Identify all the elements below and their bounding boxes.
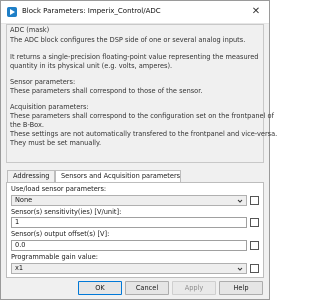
tab-addressing[interactable]: Addressing [7, 170, 55, 182]
mask-description-panel: ADC (mask) The ADC block configures the … [6, 24, 277, 163]
sensitivity-input[interactable]: 1 [11, 217, 247, 228]
gain-select[interactable]: x1 [11, 263, 247, 274]
sensitivity-checkbox[interactable] [250, 218, 259, 227]
dialog-button-row: OK Cancel Apply Help [1, 281, 271, 295]
sensor-parameters-label: Use/load sensor parameters: [11, 185, 107, 193]
sensor-parameters-value: None [15, 196, 33, 204]
gain-checkbox[interactable] [250, 264, 259, 273]
chevron-down-icon [237, 267, 243, 271]
sensor-parameters-checkbox[interactable] [250, 196, 259, 205]
offset-label: Sensor(s) output offset(s) [V]: [11, 230, 110, 238]
tab-sensors-and-acquisition[interactable]: Sensors and Acquisition parameters [55, 170, 181, 182]
gain-label: Programmable gain value: [11, 253, 99, 261]
description-line: Sensor parameters: [10, 78, 76, 86]
description-line: quantity in its physical unit (e.g. volt… [10, 62, 173, 70]
mask-title: ADC (mask) [10, 26, 50, 34]
block-parameters-dialog: Block Parameters: Imperix_Control/ADC ✕ … [0, 0, 277, 300]
sensor-parameters-select[interactable]: None [11, 195, 247, 206]
chevron-down-icon [237, 199, 243, 203]
sensors-acquisition-panel: Use/load sensor parameters: None Sensor(… [6, 182, 264, 278]
offset-checkbox[interactable] [250, 241, 259, 250]
cancel-button[interactable]: Cancel [125, 281, 169, 295]
gain-value: x1 [15, 264, 24, 272]
description-line: These parameters shall correspond to the… [10, 112, 274, 120]
description-line: The ADC block configures the DSP side of… [10, 36, 246, 44]
ok-button[interactable]: OK [78, 281, 122, 295]
description-line: Acquisition parameters: [10, 103, 89, 111]
window-title: Block Parameters: Imperix_Control/ADC [22, 7, 161, 15]
apply-button[interactable]: Apply [172, 281, 216, 295]
simulink-block-icon [7, 7, 17, 17]
title-bar: Block Parameters: Imperix_Control/ADC ✕ [1, 1, 269, 24]
description-line: These settings are not automatically tra… [10, 130, 278, 138]
close-icon[interactable]: ✕ [249, 5, 263, 19]
description-line: These parameters shall correspond to tho… [10, 87, 203, 95]
help-button[interactable]: Help [219, 281, 263, 295]
offset-input[interactable]: 0.0 [11, 240, 247, 251]
description-line: They must be set manually. [10, 139, 102, 147]
sensitivity-label: Sensor(s) sensitivity(ies) [V/unit]: [11, 208, 122, 216]
tab-bar: Addressing Sensors and Acquisition param… [6, 170, 264, 182]
description-line: the B-Box. [10, 121, 44, 129]
description-line: It returns a single-precision floating-p… [10, 53, 259, 61]
